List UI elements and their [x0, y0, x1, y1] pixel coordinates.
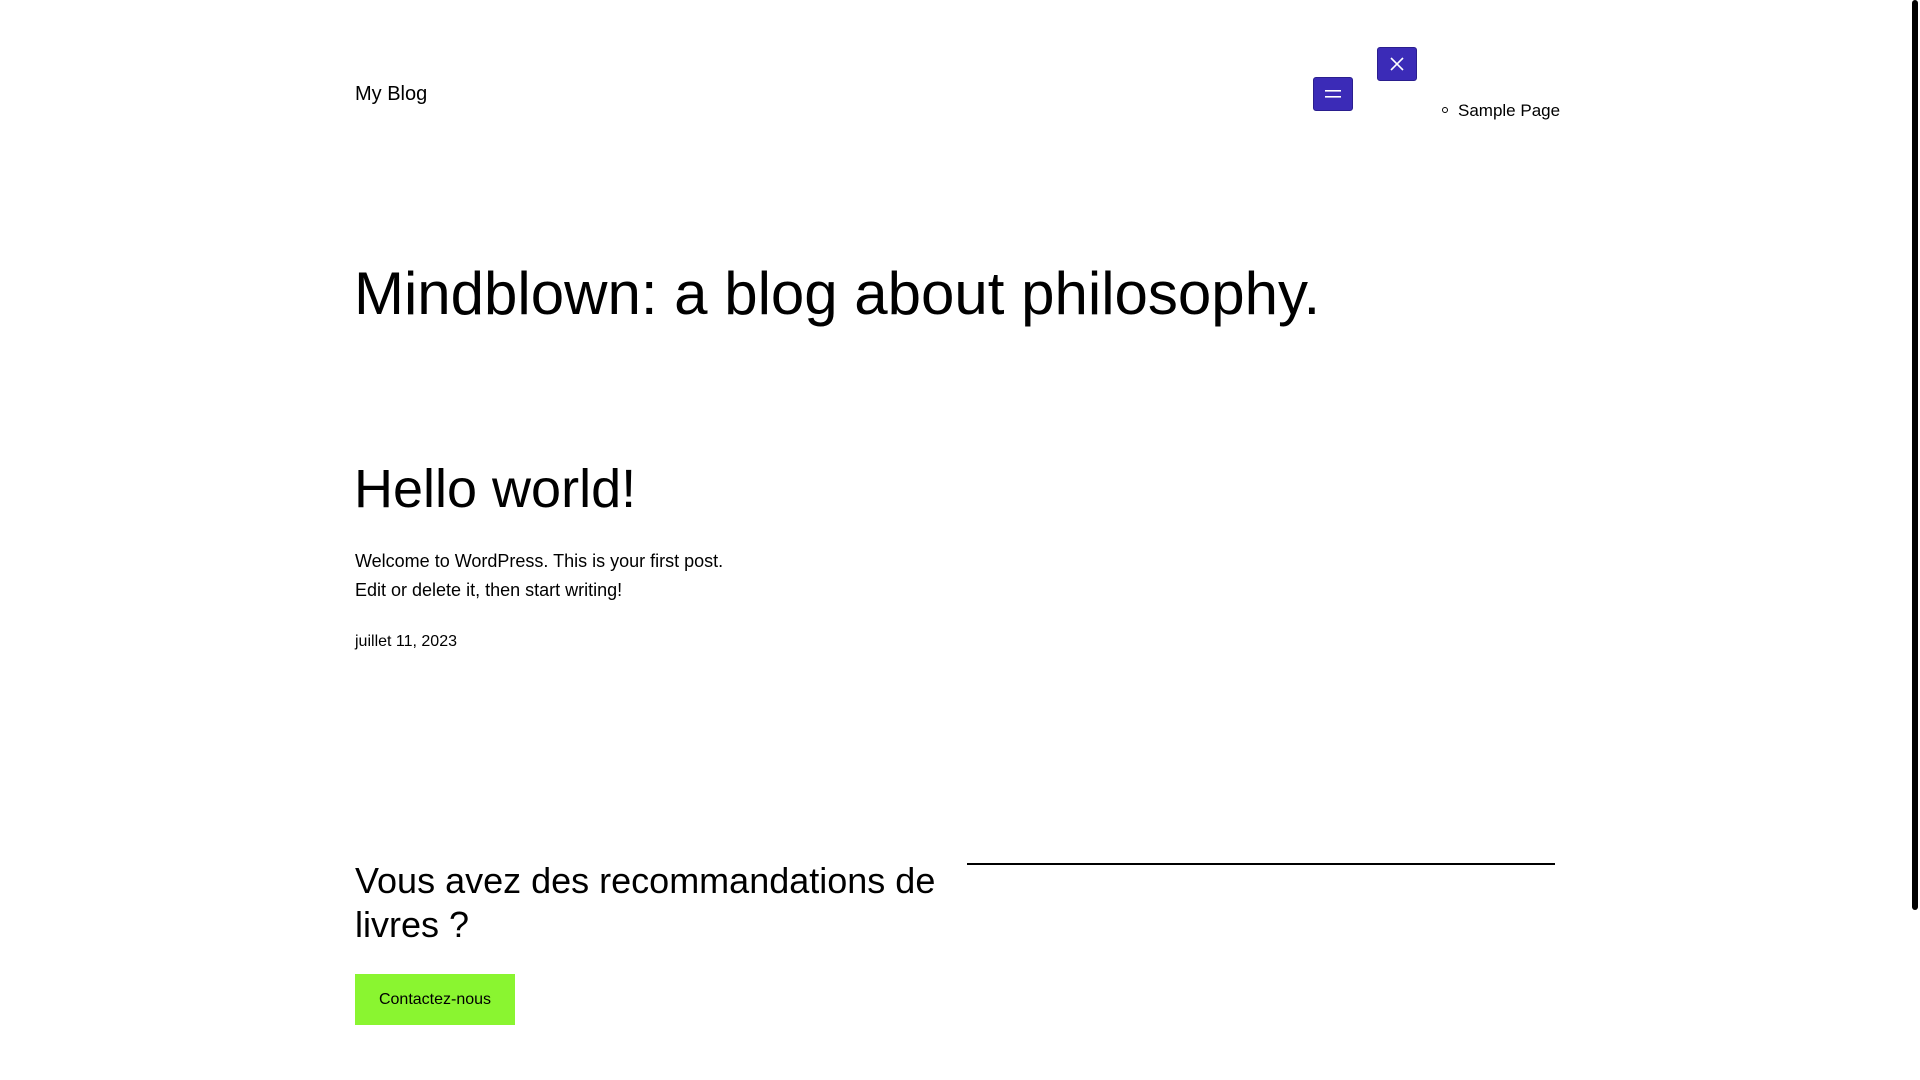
page-title: Mindblown: a blog about philosophy. — [354, 260, 1321, 327]
nav-bullet-icon — [1442, 107, 1448, 113]
post-excerpt-line: Edit or delete it, then start writing! — [355, 580, 623, 600]
cta-heading: Vous avez des recommandations de livres … — [355, 860, 936, 945]
site-title[interactable]: My Blog — [355, 82, 427, 106]
post-date-link[interactable]: juillet 11, 2023 — [355, 632, 457, 652]
close-icon — [1389, 56, 1405, 72]
separator-line — [967, 863, 1555, 865]
contact-button[interactable]: Contactez-nous — [355, 974, 515, 1025]
page: My Blog Sample Page Mindblown: a blog ab… — [0, 0, 1920, 1080]
menu-close-button[interactable] — [1377, 47, 1417, 81]
nav-item-sample-page: Sample Page — [1442, 100, 1560, 122]
nav-link-sample-page[interactable]: Sample Page — [1458, 101, 1560, 120]
hamburger-icon — [1324, 89, 1342, 99]
menu-open-button[interactable] — [1313, 77, 1353, 111]
primary-navigation: Sample Page — [1442, 100, 1560, 122]
scrollbar-thumb[interactable] — [1912, 0, 1918, 910]
post-title-link[interactable]: Hello world! — [354, 457, 636, 521]
post-excerpt: Welcome to WordPress. This is your first… — [355, 547, 775, 605]
post-excerpt-line: Welcome to WordPress. This is your first… — [355, 551, 724, 571]
